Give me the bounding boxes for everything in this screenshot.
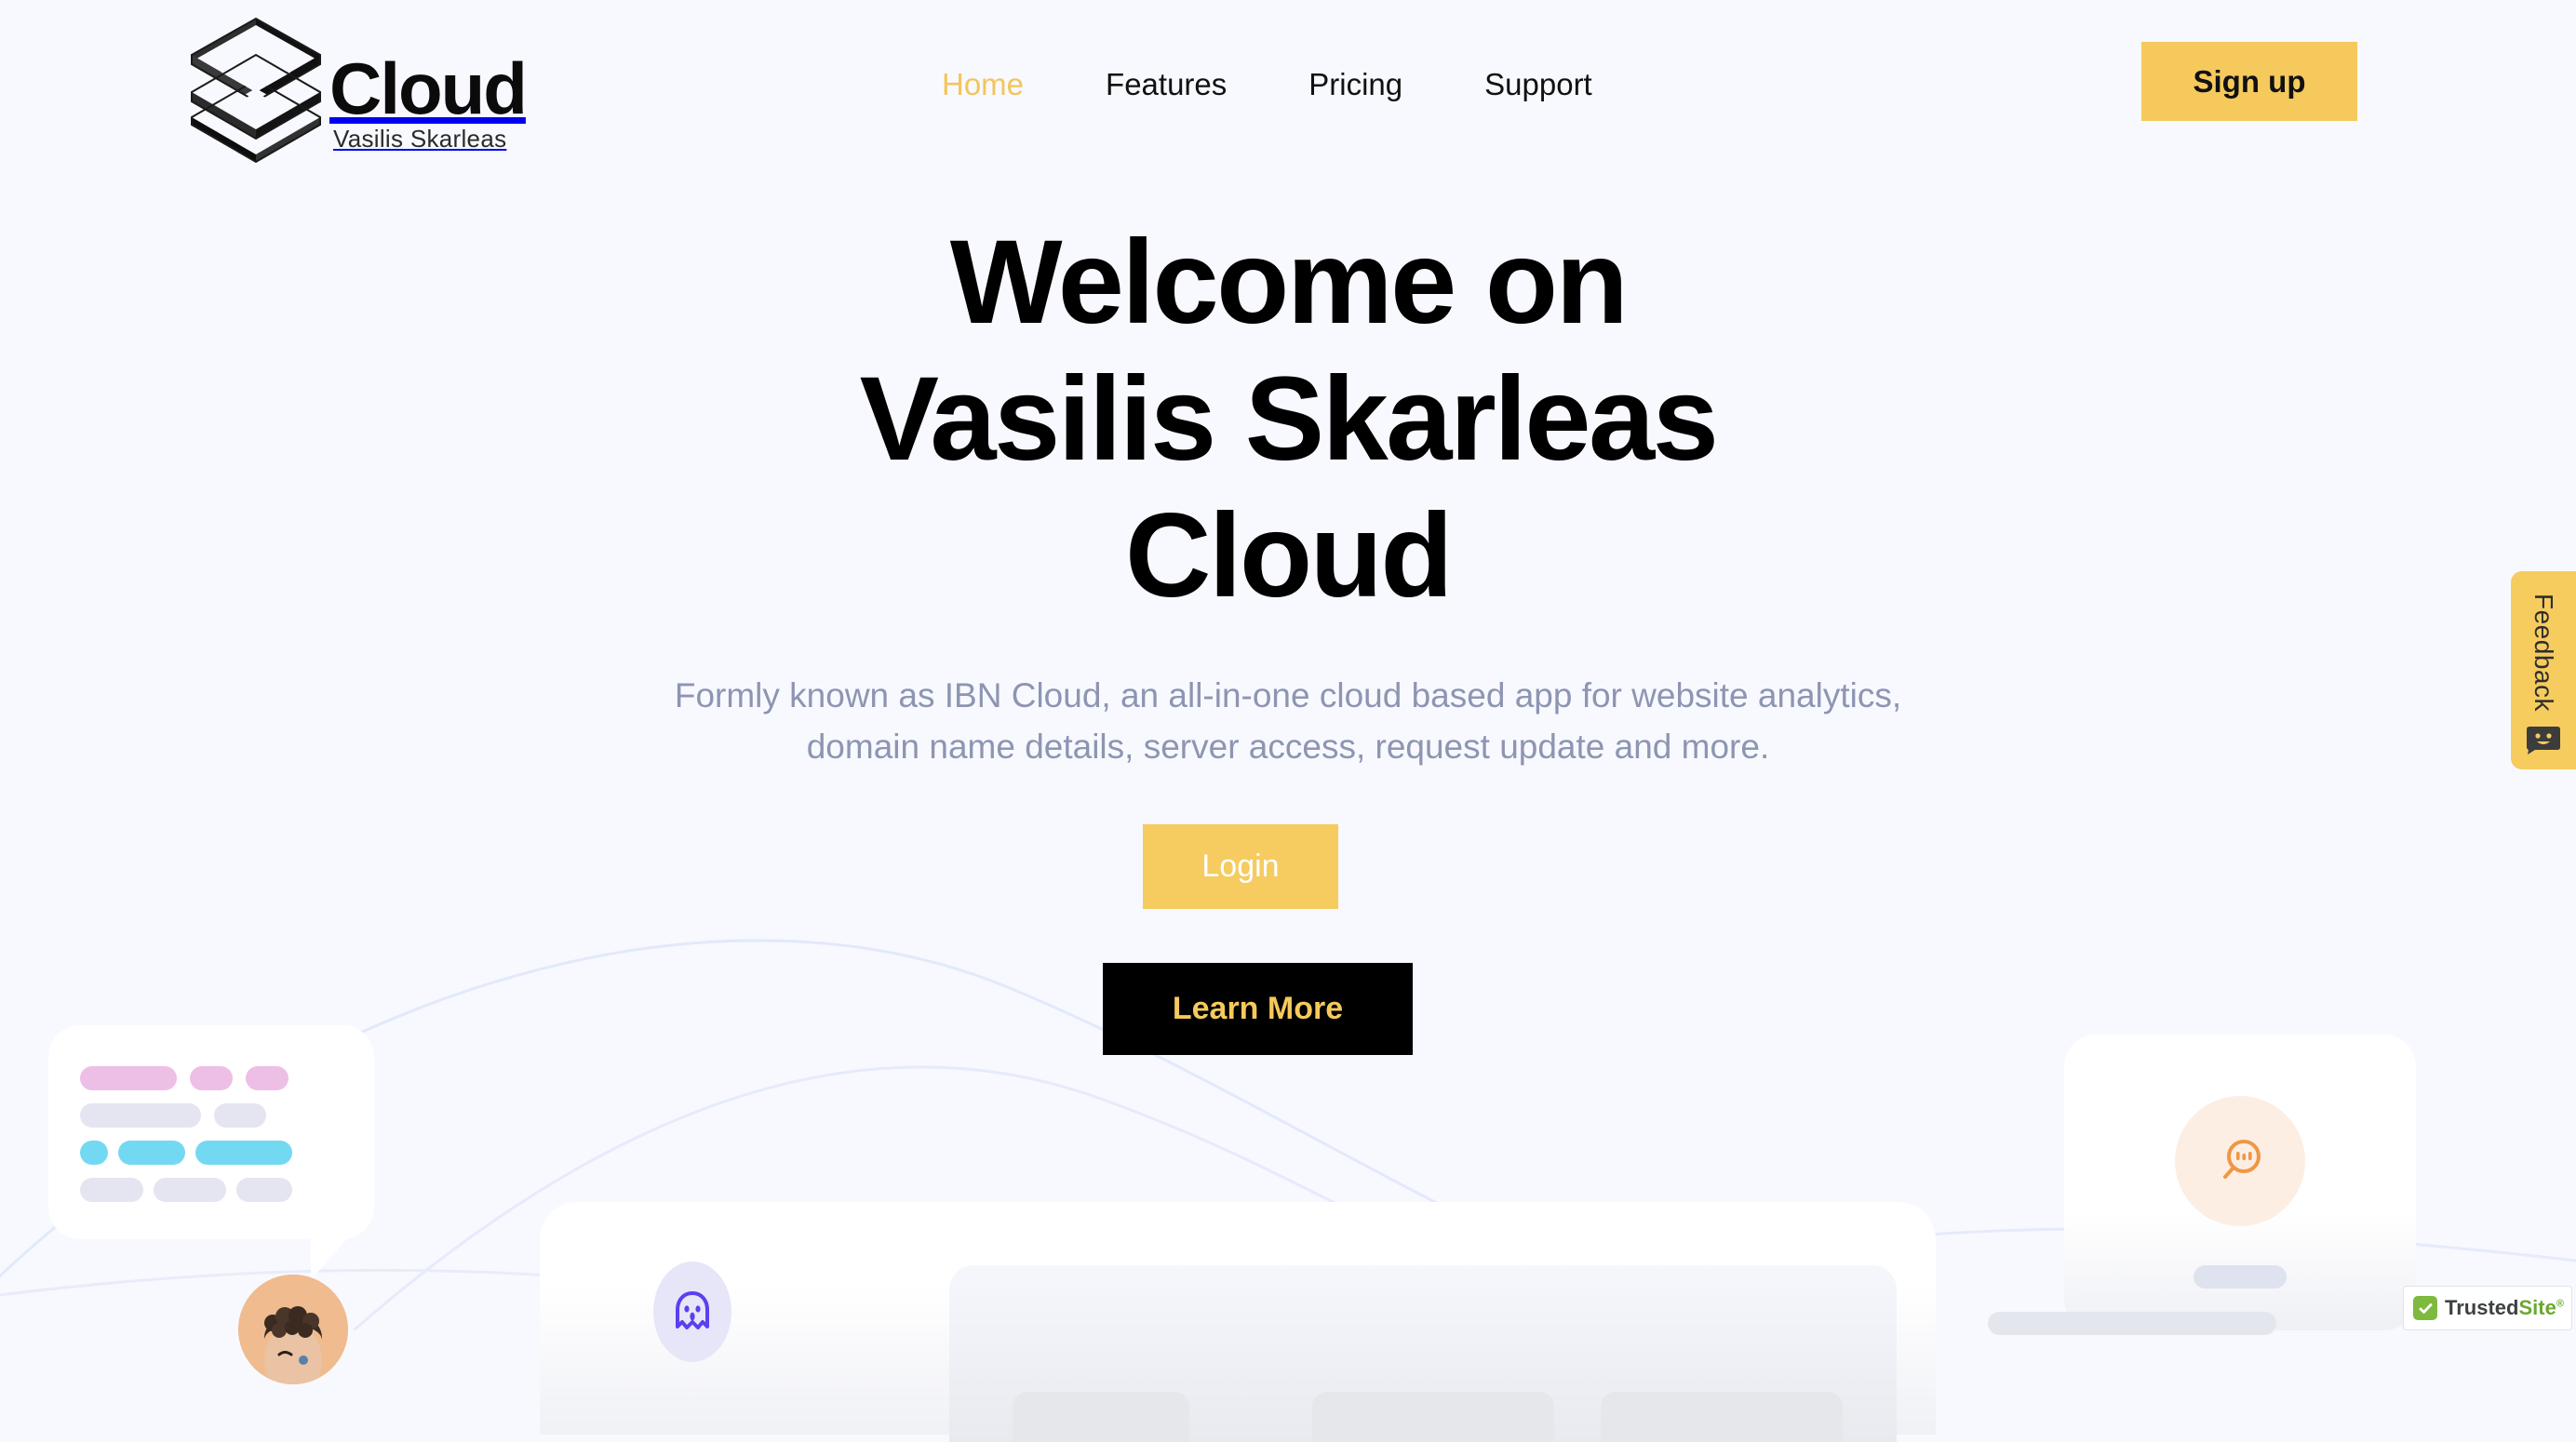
nav-links: Home Features Pricing Support (901, 67, 1633, 102)
trusted-site-badge[interactable]: TrustedSite® (2403, 1286, 2572, 1330)
placeholder-bar (236, 1178, 292, 1202)
trusted-site-wordmark: TrustedSite® (2445, 1296, 2564, 1320)
login-button[interactable]: Login (1143, 824, 1338, 909)
hero-subtitle-line-1: Formly known as IBN Cloud, an all-in-one… (674, 675, 1902, 714)
hero-subtitle: Formly known as IBN Cloud, an all-in-one… (0, 670, 2576, 773)
placeholder-bar (80, 1103, 201, 1128)
user-avatar (238, 1275, 348, 1384)
placeholder-bar (195, 1141, 292, 1165)
trusted-site-word-first: Trusted (2445, 1296, 2519, 1319)
placeholder-bar (214, 1103, 266, 1128)
logo-wordmark: Cloud (329, 47, 528, 130)
placeholder-bar (190, 1066, 233, 1090)
inner-tile (1601, 1392, 1843, 1442)
placeholder-bar (1988, 1312, 2276, 1335)
hero-title-line-1: Welcome on (949, 216, 1629, 349)
placeholder-bar (118, 1141, 185, 1165)
ghost-icon (676, 1291, 709, 1329)
site-logo[interactable]: Cloud Vasilis Skarleas (186, 13, 528, 167)
chat-search-icon-badge (2175, 1096, 2305, 1226)
ghost-icon-badge (653, 1262, 731, 1362)
feedback-tab[interactable]: Feedback (2511, 571, 2576, 769)
placeholder-bar (80, 1141, 108, 1165)
learn-more-button[interactable]: Learn More (1103, 963, 1413, 1055)
nav-item-pricing[interactable]: Pricing (1268, 67, 1443, 102)
isometric-hexagon-logo-mark (191, 17, 321, 164)
hero-subtitle-line-2: domain name details, server access, requ… (806, 728, 1770, 767)
inner-panel (949, 1265, 1897, 1442)
top-navigation-bar: Cloud Vasilis Skarleas Home Features Pri… (0, 0, 2576, 177)
registered-mark: ® (2556, 1298, 2564, 1310)
logo-subtitle: Vasilis Skarleas (333, 125, 507, 153)
search-chat-placeholder-card (1988, 1035, 2416, 1335)
chat-search-icon (2223, 1140, 2261, 1179)
hero-section: Welcome on Vasilis Skarleas Cloud Formly… (0, 214, 2576, 773)
hero-title: Welcome on Vasilis Skarleas Cloud (0, 214, 2576, 625)
dashboard-placeholder-card (540, 1202, 1936, 1442)
nav-item-features[interactable]: Features (1065, 67, 1268, 102)
nav-item-home[interactable]: Home (901, 67, 1065, 102)
sign-up-button[interactable]: Sign up (2141, 42, 2357, 121)
hero-title-line-2: Vasilis Skarleas (859, 353, 1719, 487)
nav-item-support[interactable]: Support (1443, 67, 1633, 102)
placeholder-bar (2194, 1265, 2287, 1288)
placeholder-bar (80, 1178, 143, 1202)
placeholder-bar (246, 1066, 288, 1090)
feedback-label: Feedback (2529, 594, 2558, 712)
inner-tile (1312, 1392, 1554, 1442)
placeholder-bar (80, 1066, 177, 1090)
placeholder-bar (154, 1178, 226, 1202)
trusted-site-word-second: Site (2518, 1296, 2556, 1319)
hero-title-line-3: Cloud (1124, 489, 1454, 623)
avatar-face-icon (238, 1275, 348, 1384)
smiley-chat-icon (2527, 726, 2560, 754)
chat-bubble-placeholder-card (48, 1025, 374, 1280)
inner-tile (1013, 1392, 1189, 1442)
check-icon (2413, 1296, 2437, 1320)
